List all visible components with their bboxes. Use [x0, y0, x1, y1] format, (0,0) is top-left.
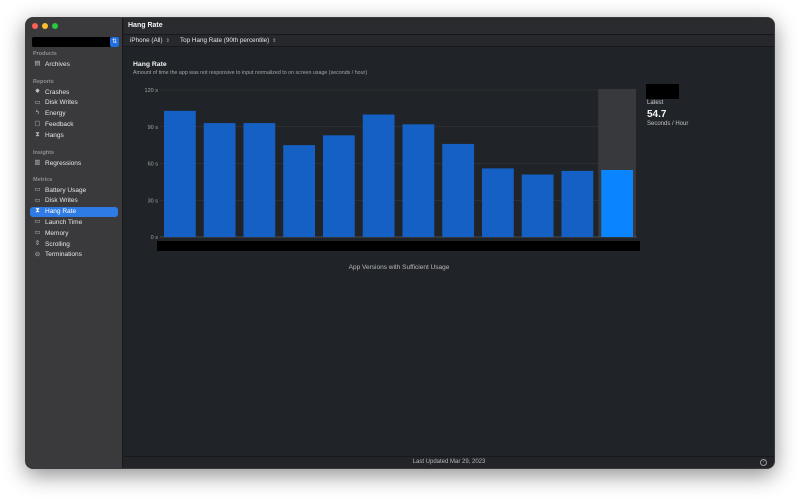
bar: [203, 123, 236, 237]
sidebar-item-label: Archives: [45, 60, 70, 68]
terminate-icon: ⊖: [34, 250, 41, 258]
bar: [481, 168, 514, 237]
x-axis-title: App Versions with Sufficient Usage: [348, 264, 450, 271]
memory-icon: ▭: [34, 228, 41, 236]
sidebar-item-label: Launch Time: [45, 218, 83, 226]
disk-icon: ▭: [34, 98, 41, 106]
y-tick-label: 60 s: [148, 162, 159, 168]
sidebar-item-feedback[interactable]: ▢ Feedback: [30, 119, 118, 129]
sidebar-item-label: Hangs: [45, 131, 64, 139]
sidebar-item-label: Disk Writes: [45, 197, 78, 205]
help-icon[interactable]: ?: [760, 459, 767, 466]
sidebar-item-disk-writes[interactable]: ▭ Disk Writes: [30, 98, 118, 108]
sidebar-item-regressions[interactable]: ▥ Regressions: [30, 158, 118, 168]
sidebar-item-hangs[interactable]: ⧗ Hangs: [30, 130, 118, 140]
bar: [521, 174, 554, 237]
sidebar-item-label: Hang Rate: [45, 208, 77, 216]
last-updated-text: Last Updated Mar 29, 2023: [412, 459, 486, 465]
sidebar-item-label: Memory: [45, 229, 69, 237]
sidebar-item-crashes[interactable]: ✸ Crashes: [30, 87, 118, 97]
y-tick-label: 90 s: [148, 125, 159, 131]
hourglass-icon: ⧗: [35, 207, 40, 215]
bar: [243, 123, 276, 237]
latest-label: Latest: [647, 100, 664, 106]
app-selector[interactable]: ⇅: [32, 37, 119, 47]
sidebar-item-label: Energy: [45, 110, 66, 118]
crash-icon: ✸: [34, 87, 41, 95]
bar: [561, 170, 594, 237]
bar: [362, 114, 395, 237]
sidebar: ⇅ Products ▤ Archives Reports ✸ Crashes ▭ Disk …: [26, 18, 123, 468]
redacted-version-label: [646, 84, 679, 99]
hang-rate-chart: 0 s 30 s 60 s 90 s 120 s: [145, 88, 640, 251]
bar: [163, 110, 196, 237]
sidebar-item-label: Crashes: [45, 88, 70, 96]
disk-icon: ▭: [34, 196, 41, 204]
sidebar-section-products: Products: [33, 51, 57, 57]
bar: [322, 135, 355, 237]
sidebar-item-label: Feedback: [45, 120, 74, 128]
battery-icon: ▭: [34, 185, 41, 193]
sidebar-item-memory[interactable]: ▭ Memory: [30, 228, 118, 238]
bar: [442, 143, 475, 237]
bar: [402, 124, 435, 237]
sidebar-item-label: Scrolling: [45, 240, 70, 248]
sidebar-section-metrics: Metrics: [33, 177, 53, 183]
minimize-window-button[interactable]: [42, 23, 48, 29]
sidebar-item-battery-usage[interactable]: ▭ Battery Usage: [30, 185, 118, 195]
archive-icon: ▤: [34, 59, 41, 67]
main-content: Hang Rate iPhone (All) ⇕ Top Hang Rate (…: [124, 18, 774, 468]
sidebar-item-label: Regressions: [45, 159, 82, 167]
app-window: ⇅ Products ▤ Archives Reports ✸ Crashes ▭ Disk …: [25, 17, 775, 469]
sidebar-item-terminations[interactable]: ⊖ Terminations: [30, 250, 118, 260]
hourglass-icon: ⧗: [35, 130, 40, 138]
sidebar-section-reports: Reports: [33, 79, 54, 85]
sidebar-item-label: Battery Usage: [45, 186, 87, 194]
launch-icon: ▭: [34, 218, 41, 226]
sidebar-item-label: Terminations: [45, 251, 82, 259]
y-tick-label: 120 s: [145, 88, 159, 94]
zoom-window-button[interactable]: [52, 23, 58, 29]
sidebar-item-archives[interactable]: ▤ Archives: [30, 59, 118, 69]
redacted-version-labels: [157, 241, 640, 251]
latest-value: 54.7: [647, 109, 667, 120]
footer: Last Updated Mar 29, 2023 ?: [124, 456, 774, 468]
bar: [283, 145, 316, 237]
chevron-updown-icon[interactable]: ⇅: [110, 37, 119, 47]
sidebar-item-disk-writes[interactable]: ▭ Disk Writes: [30, 196, 118, 206]
sidebar-item-scrolling[interactable]: ⇕ Scrolling: [30, 239, 118, 249]
sidebar-section-insights: Insights: [33, 150, 55, 156]
feedback-icon: ▢: [34, 120, 41, 128]
scroll-icon: ⇕: [34, 239, 41, 247]
y-tick-label: 0 s: [151, 235, 159, 241]
close-window-button[interactable]: [32, 23, 38, 29]
bolt-icon: ϟ: [35, 109, 40, 117]
sidebar-item-launch-time[interactable]: ▭ Launch Time: [30, 217, 118, 227]
sidebar-item-label: Disk Writes: [45, 99, 78, 107]
window-controls: [32, 23, 58, 29]
bar: [601, 169, 634, 237]
latest-unit: Seconds / Hour: [647, 121, 689, 127]
chart-bars-icon: ▥: [34, 158, 41, 166]
y-tick-label: 30 s: [148, 198, 159, 204]
sidebar-item-energy[interactable]: ϟ Energy: [30, 109, 118, 119]
sidebar-item-hang-rate[interactable]: ⧗ Hang Rate: [30, 206, 118, 217]
